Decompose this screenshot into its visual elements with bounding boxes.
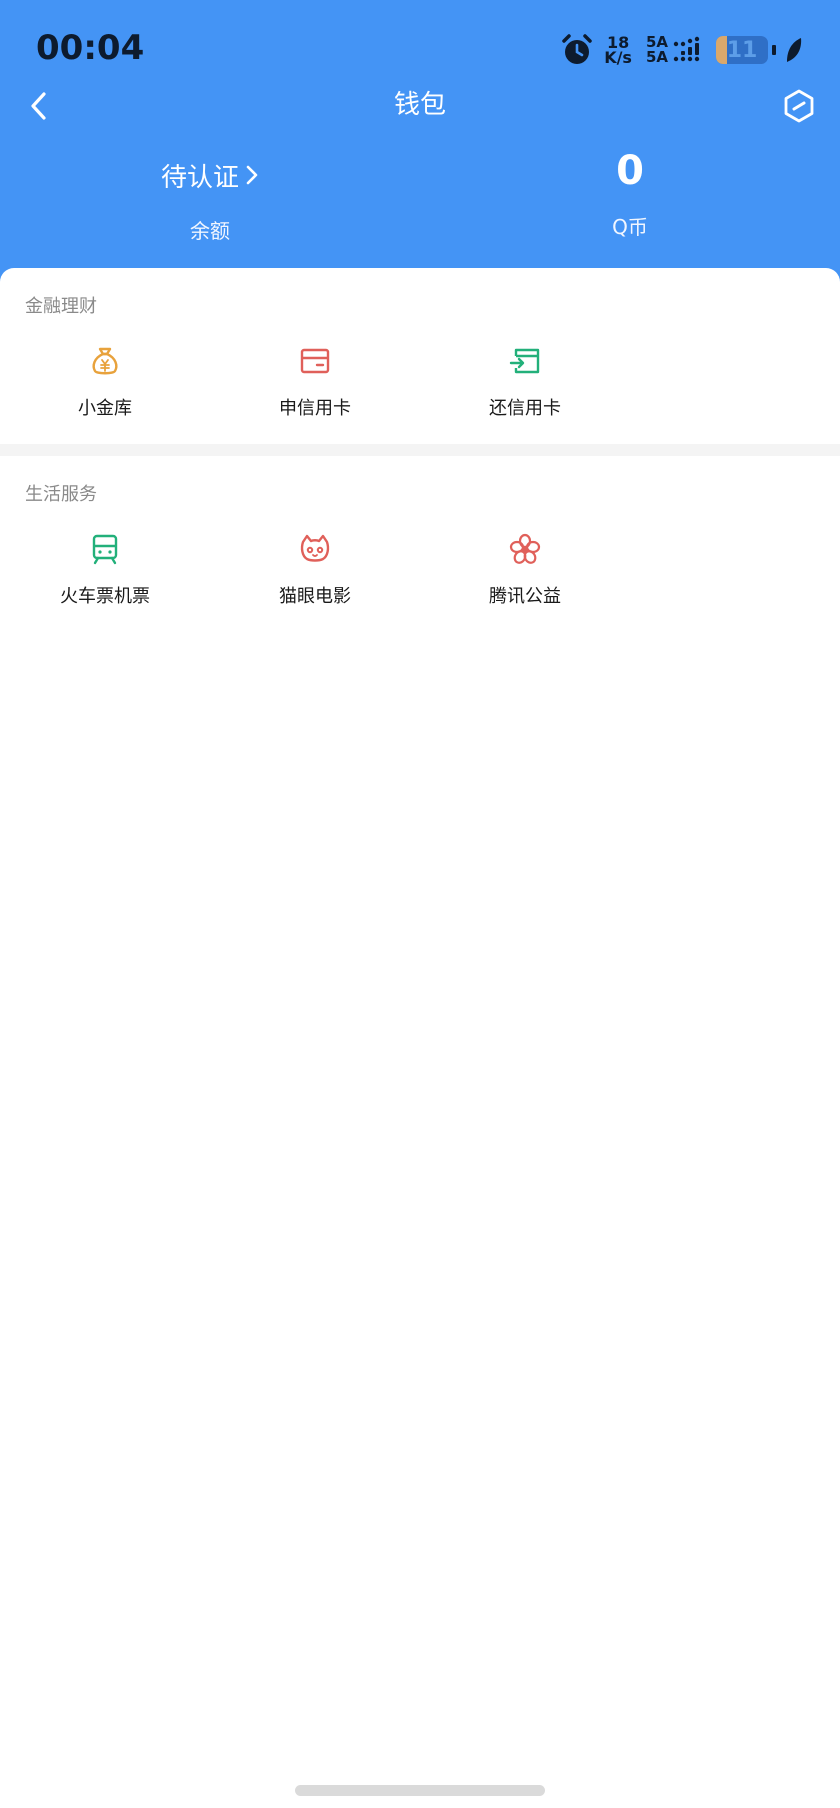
battery-level: 11 <box>726 37 758 63</box>
service-train-flight[interactable]: 火车票机票 <box>25 532 185 608</box>
service-label: 申信用卡 <box>279 398 351 419</box>
q-coin-label: Q币 <box>612 215 648 239</box>
service-label: 猫眼电影 <box>279 586 351 607</box>
section-title-life: 生活服务 <box>25 484 97 505</box>
net-speed: 18 K/s <box>604 35 632 67</box>
service-apply-credit-card[interactable]: 申信用卡 <box>235 344 395 420</box>
credit-card-icon <box>300 348 330 374</box>
section-divider <box>0 444 840 456</box>
chevron-right-icon <box>246 165 258 185</box>
service-xiaojinku[interactable]: 小金库 <box>25 344 185 420</box>
balance-block[interactable]: 待认证 余额 <box>110 155 310 244</box>
q-coin-block[interactable]: 0 Q币 <box>530 151 730 240</box>
service-label: 小金库 <box>78 398 132 419</box>
alarm-icon <box>562 34 592 64</box>
wallet-content: 金融理财 小金库 申信用卡 还信用卡 生活服务 火车票机票 猫眼电影 腾讯公益 <box>0 268 840 1808</box>
verify-status-text: 待认证 <box>160 162 239 193</box>
status-time: 00:04 <box>36 28 145 68</box>
flower-icon <box>509 533 541 564</box>
status-icons: 18 K/s 5A 5A 11 <box>560 30 804 70</box>
service-repay-credit-card[interactable]: 还信用卡 <box>445 344 605 420</box>
balance-label: 余额 <box>190 219 230 243</box>
card-repay-icon <box>509 348 540 374</box>
service-tencent-charity[interactable]: 腾讯公益 <box>445 532 605 608</box>
leaf-icon <box>787 38 802 62</box>
money-bag-icon <box>92 347 118 375</box>
signal-2-label: 5A <box>645 48 668 66</box>
net-speed-unit: K/s <box>604 48 632 67</box>
settings-hexagon-icon[interactable] <box>782 88 816 124</box>
train-icon <box>92 534 118 565</box>
battery-icon: 11 <box>716 36 768 64</box>
page-title: 钱包 <box>393 90 446 120</box>
section-title-finance: 金融理财 <box>25 296 97 317</box>
service-label: 火车票机票 <box>60 586 150 607</box>
service-label: 腾讯公益 <box>489 586 561 607</box>
cat-icon <box>300 534 330 562</box>
signal-bars-icon <box>673 36 700 62</box>
home-indicator[interactable] <box>295 1785 545 1796</box>
signal-indicator: 5A 5A <box>646 35 704 65</box>
service-label: 还信用卡 <box>489 398 561 419</box>
verify-status[interactable]: 待认证 <box>110 155 310 195</box>
q-coin-value: 0 <box>616 148 644 194</box>
service-maoyan-movie[interactable]: 猫眼电影 <box>235 532 395 608</box>
wallet-header: 00:04 18 K/s 5A 5A 11 钱包 待认证 余额 0 Q币 <box>0 0 840 290</box>
battery-nub <box>772 45 776 55</box>
